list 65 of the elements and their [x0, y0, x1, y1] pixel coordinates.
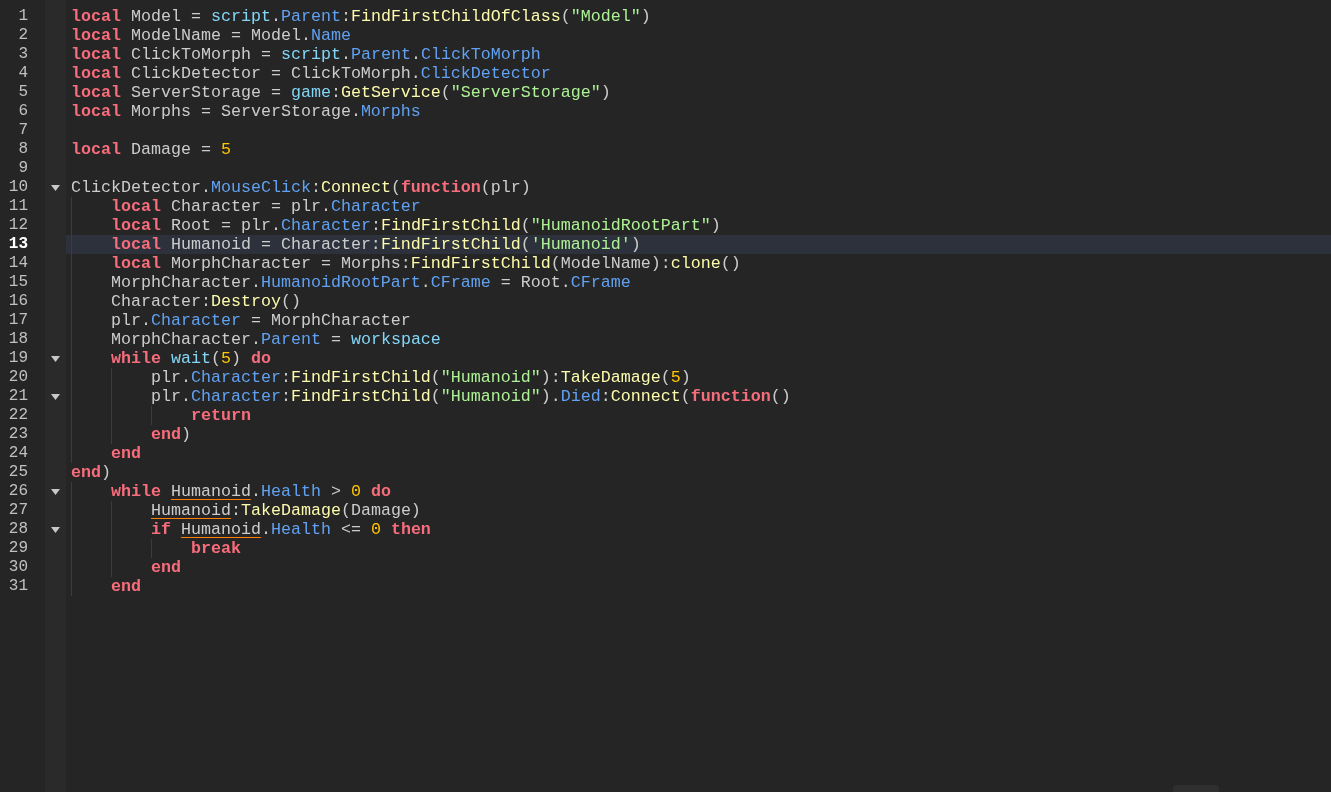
code-line: plr.Character:FindFirstChild("Humanoid").Died:Connect(function(): [149, 387, 791, 406]
code-line: end: [109, 577, 141, 596]
line-number: 26: [7, 482, 29, 501]
code-line: return: [189, 406, 251, 425]
code-line: local ClickToMorph = script.Parent.ClickToMorph: [71, 45, 541, 64]
code-line: if Humanoid.Health <= 0 then: [149, 520, 431, 539]
code-line: local Root = plr.Character:FindFirstChild("HumanoidRootPart"): [109, 216, 721, 235]
code-line: while Humanoid.Health > 0 do: [109, 482, 391, 501]
code-line: MorphCharacter.Parent = workspace: [109, 330, 441, 349]
line-number: 23: [7, 425, 29, 444]
code-line: ClickDetector.MouseClick:Connect(function(plr): [71, 178, 531, 197]
code-line: MorphCharacter.HumanoidRootPart.CFrame = Root.CFrame: [109, 273, 631, 292]
line-number: 2: [17, 26, 29, 45]
line-number: 18: [7, 330, 29, 349]
code-line: end): [71, 463, 111, 482]
line-number: 29: [7, 539, 29, 558]
fold-arrow-icon[interactable]: [51, 355, 60, 362]
code-line: Humanoid:TakeDamage(Damage): [149, 501, 421, 520]
line-number: 30: [7, 558, 29, 577]
line-number: 12: [7, 216, 29, 235]
code-line: local ServerStorage = game:GetService("ServerStorage"): [71, 83, 611, 102]
line-number: 11: [7, 197, 29, 216]
line-number: 13: [7, 235, 29, 254]
line-number: 9: [17, 159, 29, 178]
line-number: 25: [7, 463, 29, 482]
line-number: 15: [7, 273, 29, 292]
fold-arrow-icon[interactable]: [51, 526, 60, 533]
code-line: local Damage = 5: [71, 140, 231, 159]
code-line: plr.Character:FindFirstChild("Humanoid"):TakeDamage(5): [149, 368, 691, 387]
code-line: local Humanoid = Character:FindFirstChild('Humanoid'): [109, 235, 641, 254]
line-number: 1: [17, 7, 29, 26]
code-line: local Model = script.Parent:FindFirstChildOfClass("Model"): [71, 7, 651, 26]
line-number: 19: [7, 349, 29, 368]
fold-arrow-icon[interactable]: [51, 393, 60, 400]
line-number: 6: [17, 102, 29, 121]
line-number: 17: [7, 311, 29, 330]
line-number: 14: [7, 254, 29, 273]
line-number: 22: [7, 406, 29, 425]
code-line: break: [189, 539, 241, 558]
line-number: 20: [7, 368, 29, 387]
code-line: local Character = plr.Character: [109, 197, 421, 216]
line-number: 4: [17, 64, 29, 83]
code-line: end: [109, 444, 141, 463]
line-number: 28: [7, 520, 29, 539]
fold-arrow-icon[interactable]: [51, 184, 60, 191]
code-line: local ClickDetector = ClickToMorph.ClickDetector: [71, 64, 551, 83]
code-line: end: [149, 558, 181, 577]
line-number: 27: [7, 501, 29, 520]
code-line: while wait(5) do: [109, 349, 271, 368]
line-number: 5: [17, 83, 29, 102]
line-number: 24: [7, 444, 29, 463]
line-number: 8: [17, 140, 29, 159]
fold-arrow-icon[interactable]: [51, 488, 60, 495]
code-line: end): [149, 425, 191, 444]
code-line: plr.Character = MorphCharacter: [109, 311, 411, 330]
code-line: local Morphs = ServerStorage.Morphs: [71, 102, 421, 121]
line-number: 3: [17, 45, 29, 64]
code-line: local ModelName = Model.Name: [71, 26, 351, 45]
line-number: 31: [7, 577, 29, 596]
line-number: 10: [7, 178, 29, 197]
line-number: 21: [7, 387, 29, 406]
line-number: 16: [7, 292, 29, 311]
line-number: 7: [17, 121, 29, 140]
code-line: local MorphCharacter = Morphs:FindFirstChild(ModelName):clone(): [109, 254, 741, 273]
code-line: Character:Destroy(): [109, 292, 301, 311]
